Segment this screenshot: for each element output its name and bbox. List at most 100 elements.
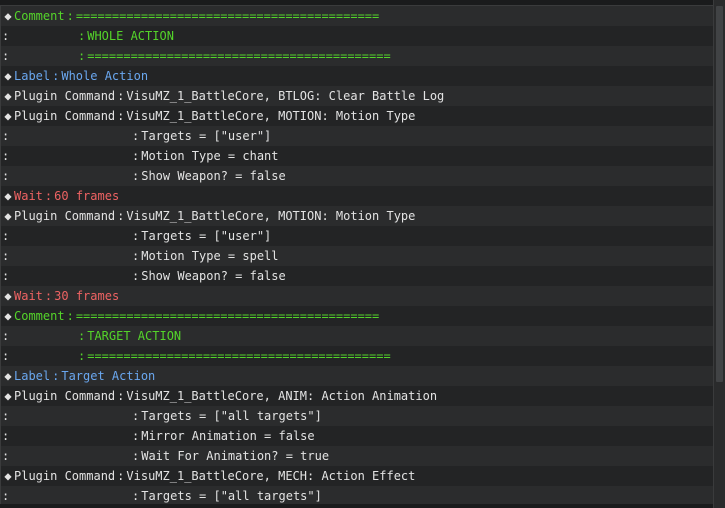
event-row[interactable]: :: Motion Type = spell (1, 246, 713, 266)
event-row[interactable]: :: Targets = ["user"] (1, 226, 713, 246)
list-bottom-border (0, 504, 713, 508)
colon-separator: : (52, 369, 60, 383)
colon-separator: : (66, 309, 74, 323)
continuation-marker: : (2, 429, 10, 443)
event-row[interactable]: :: Wait For Animation? = true (1, 446, 713, 466)
event-row[interactable]: :: Targets = ["user"] (1, 126, 713, 146)
command-text: 60 frames (54, 189, 120, 203)
diamond-marker-icon: ◆ (4, 289, 12, 303)
event-row[interactable]: :: ======================================… (1, 46, 713, 66)
command-text: TARGET ACTION (87, 329, 182, 343)
continuation-marker: : (2, 29, 10, 43)
event-row[interactable]: :: ======================================… (1, 346, 713, 366)
colon-separator: : (132, 489, 140, 503)
command-text: ========================================… (75, 309, 380, 323)
colon-separator: : (132, 269, 140, 283)
colon-separator: : (78, 349, 86, 363)
command-category: Wait (14, 289, 43, 303)
colon-separator: : (132, 129, 140, 143)
continuation-marker: : (2, 349, 10, 363)
command-text: Targets = ["all targets"] (141, 489, 322, 503)
event-row[interactable]: :: WHOLE ACTION (1, 26, 713, 46)
event-row[interactable]: ◆ Plugin Command: VisuMZ_1_BattleCore, ANI… (1, 386, 713, 406)
continuation-marker: : (2, 409, 10, 423)
diamond-marker-icon: ◆ (4, 309, 12, 323)
command-text: VisuMZ_1_BattleCore, ANIM: Action Animat… (126, 389, 438, 403)
command-text: ========================================… (87, 349, 391, 363)
command-text: Show Weapon? = false (141, 269, 286, 283)
scrollbar-thumb[interactable] (716, 6, 723, 382)
command-text: ========================================… (75, 9, 380, 23)
continuation-marker: : (2, 129, 10, 143)
vertical-scrollbar[interactable] (713, 0, 725, 508)
command-text: WHOLE ACTION (87, 29, 174, 43)
colon-separator: : (132, 149, 140, 163)
command-text: Wait For Animation? = true (141, 449, 330, 463)
event-row[interactable]: :: Mirror Animation = false (1, 426, 713, 446)
command-text: VisuMZ_1_BattleCore, BTLOG: Clear Battle… (126, 89, 445, 103)
command-category: Comment (14, 309, 65, 323)
command-category: Label (14, 369, 51, 383)
event-row[interactable]: ◆ Plugin Command: VisuMZ_1_BattleCore, BTL… (1, 86, 713, 106)
colon-separator: : (78, 329, 86, 343)
command-text: 30 frames (54, 289, 120, 303)
event-row[interactable]: :: Targets = ["all targets"] (1, 486, 713, 504)
command-text: Show Weapon? = false (141, 169, 286, 183)
event-row[interactable]: :: Show Weapon? = false (1, 266, 713, 286)
diamond-marker-icon: ◆ (4, 9, 12, 23)
event-row[interactable]: ◆ Comment: ===============================… (1, 306, 713, 326)
continuation-marker: : (2, 329, 10, 343)
diamond-marker-icon: ◆ (4, 189, 12, 203)
event-row[interactable]: ◆ Plugin Command: VisuMZ_1_BattleCore, MEC… (1, 466, 713, 486)
continuation-marker: : (2, 149, 10, 163)
continuation-marker: : (2, 269, 10, 283)
command-category: Wait (14, 189, 43, 203)
event-row[interactable]: :: Show Weapon? = false (1, 166, 713, 186)
command-text: Targets = ["user"] (141, 229, 272, 243)
event-row[interactable]: ◆ Wait:30 frames (1, 286, 713, 306)
command-category: Label (14, 69, 51, 83)
event-row[interactable]: ◆ Comment: ===============================… (1, 6, 713, 26)
event-command-list[interactable]: ◆ Comment: ===============================… (0, 5, 713, 504)
event-row[interactable]: ◆ Plugin Command: VisuMZ_1_BattleCore, MOT… (1, 106, 713, 126)
command-category: Plugin Command (14, 109, 116, 123)
colon-separator: : (132, 449, 140, 463)
command-category: Plugin Command (14, 89, 116, 103)
command-text: Targets = ["all targets"] (141, 409, 322, 423)
event-row[interactable]: ◆ Label: Whole Action (1, 66, 713, 86)
colon-separator: : (132, 429, 140, 443)
command-text: VisuMZ_1_BattleCore, MECH: Action Effect (126, 469, 416, 483)
continuation-marker: : (2, 169, 10, 183)
command-text: Mirror Animation = false (141, 429, 315, 443)
colon-separator: : (78, 49, 86, 63)
command-text: Motion Type = spell (141, 249, 279, 263)
event-row[interactable]: :: Motion Type = chant (1, 146, 713, 166)
diamond-marker-icon: ◆ (4, 469, 12, 483)
continuation-marker: : (2, 229, 10, 243)
command-text: Target Action (61, 369, 156, 383)
diamond-marker-icon: ◆ (4, 69, 12, 83)
colon-separator: : (132, 409, 140, 423)
colon-separator: : (132, 169, 140, 183)
continuation-marker: : (2, 489, 10, 503)
command-category: Comment (14, 9, 65, 23)
diamond-marker-icon: ◆ (4, 89, 12, 103)
command-text: Whole Action (61, 69, 149, 83)
command-category: Plugin Command (14, 389, 116, 403)
colon-separator: : (66, 9, 74, 23)
event-row[interactable]: ◆ Label: Target Action (1, 366, 713, 386)
command-text: VisuMZ_1_BattleCore, MOTION: Motion Type (126, 109, 416, 123)
diamond-marker-icon: ◆ (4, 109, 12, 123)
command-text: Targets = ["user"] (141, 129, 272, 143)
event-row[interactable]: ◆ Wait:60 frames (1, 186, 713, 206)
colon-separator: : (117, 469, 125, 483)
command-text: ========================================… (87, 49, 391, 63)
colon-separator: : (117, 89, 125, 103)
event-row[interactable]: ◆ Plugin Command: VisuMZ_1_BattleCore, MOT… (1, 206, 713, 226)
event-row[interactable]: :: Targets = ["all targets"] (1, 406, 713, 426)
event-row[interactable]: :: TARGET ACTION (1, 326, 713, 346)
diamond-marker-icon: ◆ (4, 209, 12, 223)
colon-separator: : (132, 249, 140, 263)
continuation-marker: : (2, 49, 10, 63)
diamond-marker-icon: ◆ (4, 389, 12, 403)
